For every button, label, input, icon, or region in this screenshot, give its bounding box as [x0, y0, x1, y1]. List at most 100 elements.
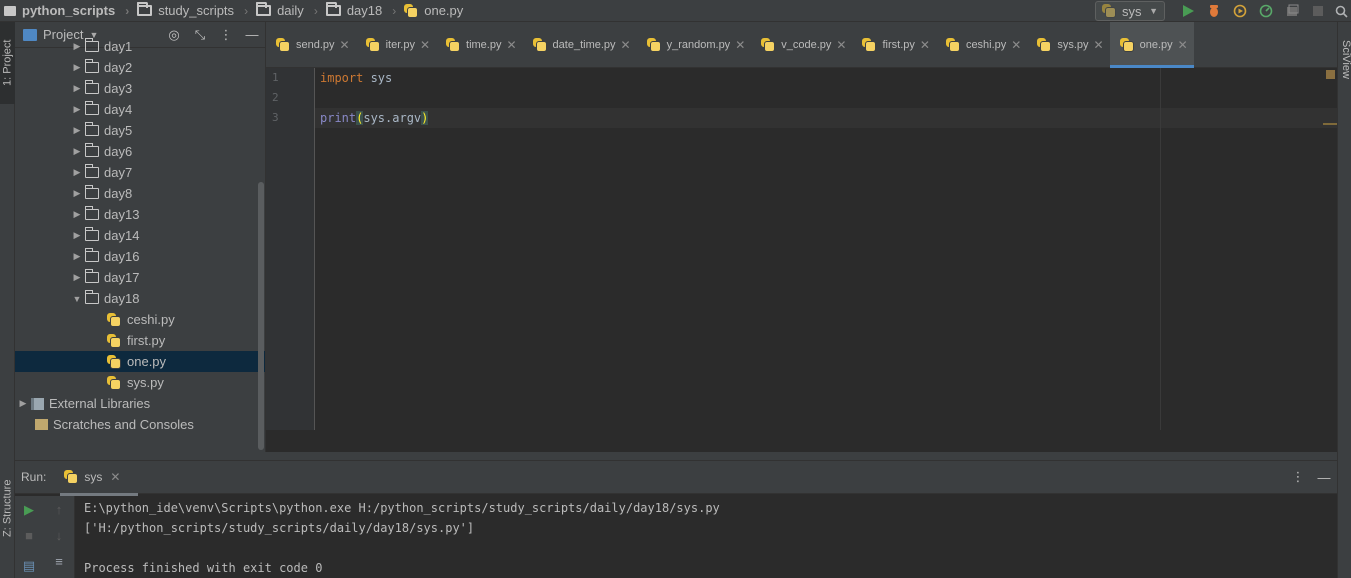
chevron-right-icon[interactable]: ▶	[69, 272, 85, 283]
scroll-up-icon[interactable]: ↑	[49, 502, 69, 517]
tree-item[interactable]: ▶ day16	[15, 246, 265, 267]
run-panel: Run: sys ✕ ⋮ — ▶ ↑ ■ ↓ ▤ ≡ E:\python_ide…	[15, 460, 1337, 578]
tree-item[interactable]: ▶ day14	[15, 225, 265, 246]
run-button[interactable]	[1175, 0, 1201, 22]
tree-item[interactable]: ▶ day7	[15, 162, 265, 183]
structure-tool-window-button[interactable]: Z: Structure	[0, 462, 15, 554]
chevron-right-icon[interactable]: ▶	[69, 209, 85, 220]
editor-tab[interactable]: date_time.py ✕	[523, 22, 637, 68]
chevron-down-icon[interactable]: ▼	[69, 294, 85, 304]
editor-tab[interactable]: sys.py ✕	[1027, 22, 1109, 68]
stop-button[interactable]	[1305, 0, 1331, 22]
project-scrollbar[interactable]	[258, 182, 264, 450]
breadcrumb-root[interactable]: python_scripts ›	[0, 0, 137, 22]
close-icon[interactable]: ✕	[340, 38, 350, 52]
debug-button[interactable]	[1201, 0, 1227, 22]
breadcrumb-study-scripts[interactable]: study_scripts ›	[137, 0, 256, 22]
run-configuration-select[interactable]: sys ▼	[1095, 1, 1165, 21]
scroll-down-icon[interactable]: ↓	[49, 528, 69, 543]
close-icon[interactable]: ✕	[836, 38, 846, 52]
inspection-status-icon[interactable]	[1326, 70, 1335, 79]
run-tab-sys[interactable]: sys ✕	[60, 461, 139, 496]
editor-tab[interactable]: y_random.py ✕	[637, 22, 752, 68]
tree-item[interactable]: ▶ day17	[15, 267, 265, 288]
layout-icon[interactable]: ▤	[19, 558, 39, 574]
search-button[interactable]	[1331, 0, 1351, 22]
console-output[interactable]: E:\python_ide\venv\Scripts\python.exe H:…	[84, 498, 720, 578]
close-icon[interactable]: ✕	[621, 38, 631, 52]
chevron-right-icon[interactable]: ▶	[69, 167, 85, 178]
sciview-tool-window-button[interactable]: SciView	[1338, 40, 1351, 79]
tree-item[interactable]: ▶ day5	[15, 120, 265, 141]
tree-item[interactable]: ▶ day2	[15, 57, 265, 78]
rerun-icon[interactable]: ▶	[19, 502, 39, 518]
code-line-3[interactable]: print(sys.argv)	[320, 108, 429, 128]
breadcrumb-day18[interactable]: day18 ›	[325, 0, 404, 22]
chevron-right-icon[interactable]: ▶	[69, 146, 85, 157]
chevron-right-icon[interactable]: ▶	[69, 83, 85, 94]
editor-tab[interactable]: time.py ✕	[436, 22, 523, 68]
tree-item[interactable]: sys.py	[15, 372, 265, 393]
tree-item[interactable]: ceshi.py	[15, 309, 265, 330]
concurrency-button[interactable]	[1279, 0, 1305, 22]
tree-item[interactable]: first.py	[15, 330, 265, 351]
stop-icon[interactable]: ■	[19, 528, 39, 543]
close-icon[interactable]: ✕	[1094, 38, 1104, 52]
tree-item[interactable]: Scratches and Consoles	[15, 414, 265, 435]
error-stripe[interactable]	[1323, 68, 1337, 430]
tree-item[interactable]: ▶ day13	[15, 204, 265, 225]
editor-tab[interactable]: send.py ✕	[266, 22, 356, 68]
editor-tab[interactable]: ceshi.py ✕	[936, 22, 1027, 68]
close-icon[interactable]: ✕	[420, 38, 430, 52]
close-icon[interactable]: ✕	[920, 38, 930, 52]
tree-item[interactable]: ▼ day18	[15, 288, 265, 309]
tree-item[interactable]: ▶ External Libraries	[15, 393, 265, 414]
close-icon[interactable]: ✕	[506, 38, 516, 52]
coverage-button[interactable]	[1227, 0, 1253, 22]
python-file-icon	[107, 333, 121, 348]
more-options-icon[interactable]: ⋮	[1285, 469, 1311, 485]
tree-item[interactable]: one.py	[15, 351, 265, 372]
code-line-1[interactable]: import sys	[320, 68, 392, 88]
chevron-right-icon[interactable]: ▶	[69, 62, 85, 73]
close-icon[interactable]: ✕	[1011, 38, 1021, 52]
editor-tab[interactable]: one.py ✕	[1109, 22, 1194, 68]
chevron-right-icon[interactable]: ▶	[69, 251, 85, 262]
hide-panel-icon[interactable]: —	[1311, 470, 1337, 485]
chevron-right-icon[interactable]: ▶	[69, 41, 85, 52]
python-file-icon	[945, 38, 960, 52]
editor-tab[interactable]: first.py ✕	[852, 22, 935, 68]
chevron-right-icon[interactable]: ▶	[69, 188, 85, 199]
panel-splitter[interactable]	[15, 452, 1337, 460]
tree-item-label: day14	[104, 228, 140, 243]
editor-tab[interactable]: v_code.py ✕	[751, 22, 852, 68]
tree-item-label: sys.py	[127, 375, 164, 390]
folder-icon	[85, 185, 99, 199]
tree-item[interactable]: ▶ day6	[15, 141, 265, 162]
python-file-icon	[276, 38, 290, 52]
tree-item[interactable]: ▶ day3	[15, 78, 265, 99]
tree-item[interactable]: ▶ day4	[15, 99, 265, 120]
close-icon[interactable]: ✕	[735, 38, 745, 52]
tree-item-label: one.py	[127, 354, 167, 369]
warning-marker[interactable]	[1323, 123, 1337, 125]
chevron-right-icon[interactable]: ▶	[69, 104, 85, 115]
chevron-right-icon[interactable]: ▶	[15, 398, 31, 409]
soft-wrap-icon[interactable]: ≡	[49, 554, 69, 569]
search-icon	[1335, 5, 1348, 18]
editor-tab-label: iter.py	[385, 39, 415, 51]
tree-item-label: day17	[104, 270, 140, 285]
breadcrumb-daily[interactable]: daily ›	[256, 0, 326, 22]
project-tool-window-button[interactable]: 1: Project	[0, 22, 15, 104]
breadcrumb-one-py[interactable]: one.py	[404, 0, 463, 22]
code-editor[interactable]: 1 2 3 import sys print(sys.argv)	[266, 68, 1337, 430]
editor-tab[interactable]: iter.py ✕	[356, 22, 436, 68]
close-icon[interactable]: ✕	[1178, 38, 1188, 52]
python-file-icon	[532, 38, 547, 52]
tree-item[interactable]: ▶ day8	[15, 183, 265, 204]
chevron-right-icon[interactable]: ▶	[69, 125, 85, 136]
close-icon[interactable]: ✕	[110, 470, 120, 484]
profile-button[interactable]	[1253, 0, 1279, 22]
chevron-right-icon[interactable]: ▶	[69, 230, 85, 241]
tree-item[interactable]: ▶ day1	[15, 36, 265, 57]
